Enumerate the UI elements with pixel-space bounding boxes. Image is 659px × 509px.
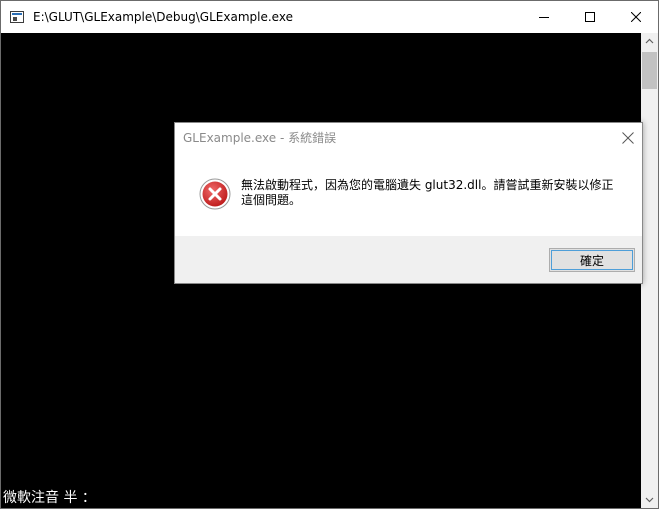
- title-bar[interactable]: E:\GLUT\GLExample\Debug\GLExample.exe: [1, 1, 658, 33]
- dialog-message: 無法啟動程式，因為您的電腦遺失 glut32.dll。請嘗試重新安裝以修正這個問…: [241, 178, 614, 207]
- ok-button[interactable]: 確定: [549, 248, 635, 272]
- console-app-icon[interactable]: [10, 11, 24, 23]
- minimize-icon: [539, 17, 549, 18]
- error-icon: [199, 178, 231, 210]
- dialog-title: GLExample.exe - 系統錯誤: [183, 131, 337, 145]
- close-icon: [622, 132, 634, 144]
- close-icon: [631, 12, 641, 22]
- arrow-up-icon: [645, 38, 654, 44]
- scroll-up-button[interactable]: [641, 33, 658, 50]
- maximize-icon: [585, 12, 595, 22]
- maximize-button[interactable]: [567, 1, 613, 33]
- arrow-down-icon: [645, 497, 654, 503]
- vertical-scrollbar[interactable]: [641, 33, 658, 508]
- window-close-button[interactable]: [613, 1, 658, 33]
- dialog-button-bar: 確定: [175, 236, 642, 283]
- scroll-down-button[interactable]: [641, 491, 658, 508]
- ime-status-text: 微軟注音 半 ：: [3, 490, 96, 506]
- dialog-close-button[interactable]: [617, 127, 639, 149]
- scroll-thumb[interactable]: [642, 52, 657, 89]
- window-title: E:\GLUT\GLExample\Debug\GLExample.exe: [33, 10, 293, 24]
- minimize-button[interactable]: [521, 1, 567, 33]
- system-error-dialog: GLExample.exe - 系統錯誤 無法啟動程式，因為您的電腦遺失 glu…: [174, 122, 643, 284]
